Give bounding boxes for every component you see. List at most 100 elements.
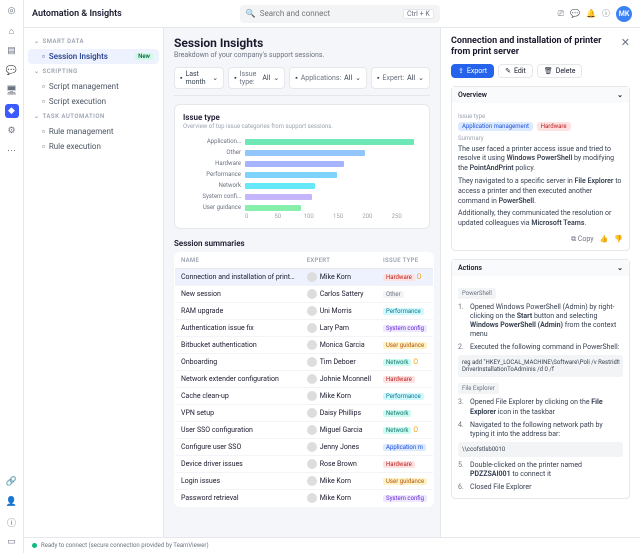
code-block-1: reg add "HKEY_LOCAL_MACHINE\Software\Pol…: [458, 355, 623, 377]
page-subtitle: Breakdown of your company's support sess…: [174, 51, 430, 59]
chevron-down-icon: ⌄: [212, 74, 218, 82]
code-block-2: \\ccofstlsb0010: [458, 442, 623, 457]
table-row[interactable]: Device driver issuesRose BrownHardware: [175, 456, 434, 473]
pill-hw: Hardware: [537, 122, 571, 131]
more-icon[interactable]: ⋯: [5, 144, 19, 158]
filter-chip[interactable]: ▪Applications:All⌄: [289, 67, 367, 89]
status-dot-icon: [32, 543, 37, 548]
help-icon[interactable]: ⓘ: [5, 515, 19, 529]
table-row[interactable]: VPN setupDaisy PhillipsNetwork: [175, 405, 434, 422]
chevron-down-icon: ⌄: [273, 74, 279, 82]
close-icon[interactable]: ✕: [621, 36, 630, 49]
bar-row: Performance: [183, 169, 421, 180]
thumbs-down-icon[interactable]: 👎: [614, 235, 623, 243]
col-header[interactable]: EXPERT: [301, 253, 377, 269]
workflow-icon[interactable]: ⚙: [5, 124, 19, 138]
pill-app: Application management: [458, 122, 533, 131]
actions-accordion[interactable]: Actions⌄: [452, 260, 629, 276]
search-icon: 🔍: [246, 9, 256, 18]
sidebar-item[interactable]: ▫Rule execution: [28, 139, 159, 154]
step-5: Double-clicked on the printer named PDZZ…: [470, 461, 623, 479]
section-header[interactable]: ⌄SMART DATA: [28, 34, 159, 49]
sidebar-item[interactable]: ▫Rule management: [28, 124, 159, 139]
user-icon[interactable]: 👤: [5, 495, 19, 509]
sidebar-item[interactable]: ▫Session InsightsNew: [28, 49, 159, 64]
chat-icon[interactable]: 💬: [5, 64, 19, 78]
step-3: Opened File Explorer by clicking on the …: [470, 398, 623, 416]
devices-icon[interactable]: ▤: [5, 44, 19, 58]
avatar[interactable]: MK: [616, 6, 632, 22]
chevron-down-icon: ⌄: [34, 68, 40, 75]
table-row[interactable]: New sessionCarlos SatteryOther: [175, 286, 434, 303]
search-shortcut: Ctrl + K: [403, 9, 434, 19]
drawer-title: Connection and installation of printer f…: [451, 36, 617, 58]
export-icon: ⇪: [458, 67, 464, 75]
item-icon: ▫: [42, 82, 45, 91]
section-header[interactable]: ⌄SCRIPTING: [28, 64, 159, 79]
table-row[interactable]: OnboardingTim DeboerNetwork O: [175, 354, 434, 371]
info-icon[interactable]: ⓘ: [602, 8, 610, 19]
filter-chip[interactable]: ▪Issue type:All⌄: [228, 67, 285, 89]
issue-type-chart: Issue type Overview of top issue categor…: [174, 104, 430, 229]
section-header[interactable]: ⌄TASK AUTOMATION: [28, 109, 159, 124]
edit-icon: ✎: [505, 67, 511, 75]
export-button[interactable]: ⇪Export: [451, 64, 494, 78]
left-rail: ◎ ⌂ ▤ 💬 🖥 ◆ ⚙ ⋯ 🔗 👤 ⓘ ▭: [0, 0, 24, 553]
col-header[interactable]: ISSUE TYPE: [377, 253, 434, 269]
chart-title: Issue type: [183, 113, 421, 122]
table-row[interactable]: RAM upgradeUni MorrisPerformance: [175, 303, 434, 320]
bar-row: Other: [183, 147, 421, 158]
link-icon[interactable]: 🔗: [5, 475, 19, 489]
status-bar: Ready to connect (secure connection prov…: [24, 537, 640, 553]
issue-type-label: Issue type: [458, 113, 623, 120]
powershell-label: PowerShell: [458, 288, 496, 299]
table-row[interactable]: Cache clean-upMike KornPerformance: [175, 388, 434, 405]
insights-icon[interactable]: ◆: [5, 104, 19, 118]
summary-label: Summary: [458, 135, 623, 142]
home-icon[interactable]: ⌂: [5, 24, 19, 38]
table-row[interactable]: Network extender configurationJohnie Mco…: [175, 371, 434, 388]
step-1: Opened Windows PowerShell (Admin) by rig…: [470, 303, 623, 339]
table-row[interactable]: User SSO configurationMiguel GarciaNetwo…: [175, 422, 434, 439]
col-header[interactable]: NAME: [175, 253, 301, 269]
table-row[interactable]: Password retrievalMike KornSystem config: [175, 490, 434, 507]
filter-chip[interactable]: ▪Last month⌄: [174, 67, 224, 89]
filter-chip[interactable]: ▪Expert:All⌄: [371, 67, 430, 89]
copy-button[interactable]: ⧉ Copy: [571, 235, 594, 244]
bar-row: Network: [183, 180, 421, 191]
sidebar-item[interactable]: ▫Script management: [28, 79, 159, 94]
delete-button[interactable]: 🗑Delete: [537, 64, 583, 78]
new-badge: New: [135, 53, 153, 60]
copy-code-icon[interactable]: ⧉: [615, 358, 620, 367]
sessions-table: NAMEEXPERTISSUE TYPE Connection and inst…: [174, 252, 434, 507]
chevron-down-icon: ⌄: [617, 264, 623, 272]
search-input[interactable]: 🔍 Ctrl + K: [240, 5, 440, 23]
table-row[interactable]: Authentication issue fixLary PamSystem c…: [175, 320, 434, 337]
tag-icon: ▪: [234, 74, 236, 82]
item-icon: ▫: [42, 142, 45, 151]
sidebar: ⌄SMART DATA▫Session InsightsNew⌄SCRIPTIN…: [24, 28, 164, 537]
phone-icon[interactable]: ⎚: [558, 9, 564, 19]
summary-p1: The user faced a printer access issue an…: [458, 145, 623, 174]
step-6: Closed File Explorer: [470, 483, 531, 492]
table-row[interactable]: Configure user SSOJenny JonesApplication…: [175, 439, 434, 456]
item-icon: ▫: [42, 52, 45, 61]
edit-button[interactable]: ✎Edit: [498, 64, 533, 78]
grid-icon: ▪: [295, 74, 297, 82]
table-row[interactable]: Login issuesMike KornUser guidance: [175, 473, 434, 490]
chevron-down-icon: ⌄: [418, 74, 424, 82]
chevron-down-icon: ⌄: [617, 91, 623, 99]
bell-icon[interactable]: 🔔: [586, 9, 596, 18]
comment-icon[interactable]: 💬: [570, 9, 580, 18]
filter-bar: ▪Last month⌄▪Issue type:All⌄▪Application…: [174, 67, 430, 96]
sidebar-item[interactable]: ▫Script execution: [28, 94, 159, 109]
table-row[interactable]: Connection and installation of print…Mik…: [175, 269, 434, 286]
calendar-icon: ▪: [180, 74, 182, 82]
thumbs-up-icon[interactable]: 👍: [600, 235, 609, 243]
overview-accordion[interactable]: Overview⌄: [452, 87, 629, 103]
remote-icon[interactable]: 🖥: [5, 84, 19, 98]
table-row[interactable]: Bitbucket authenticationMonica GarciaUse…: [175, 337, 434, 354]
logo-icon[interactable]: ◎: [5, 4, 19, 18]
search-field[interactable]: [260, 9, 399, 18]
notify-icon[interactable]: ▭: [5, 535, 19, 549]
